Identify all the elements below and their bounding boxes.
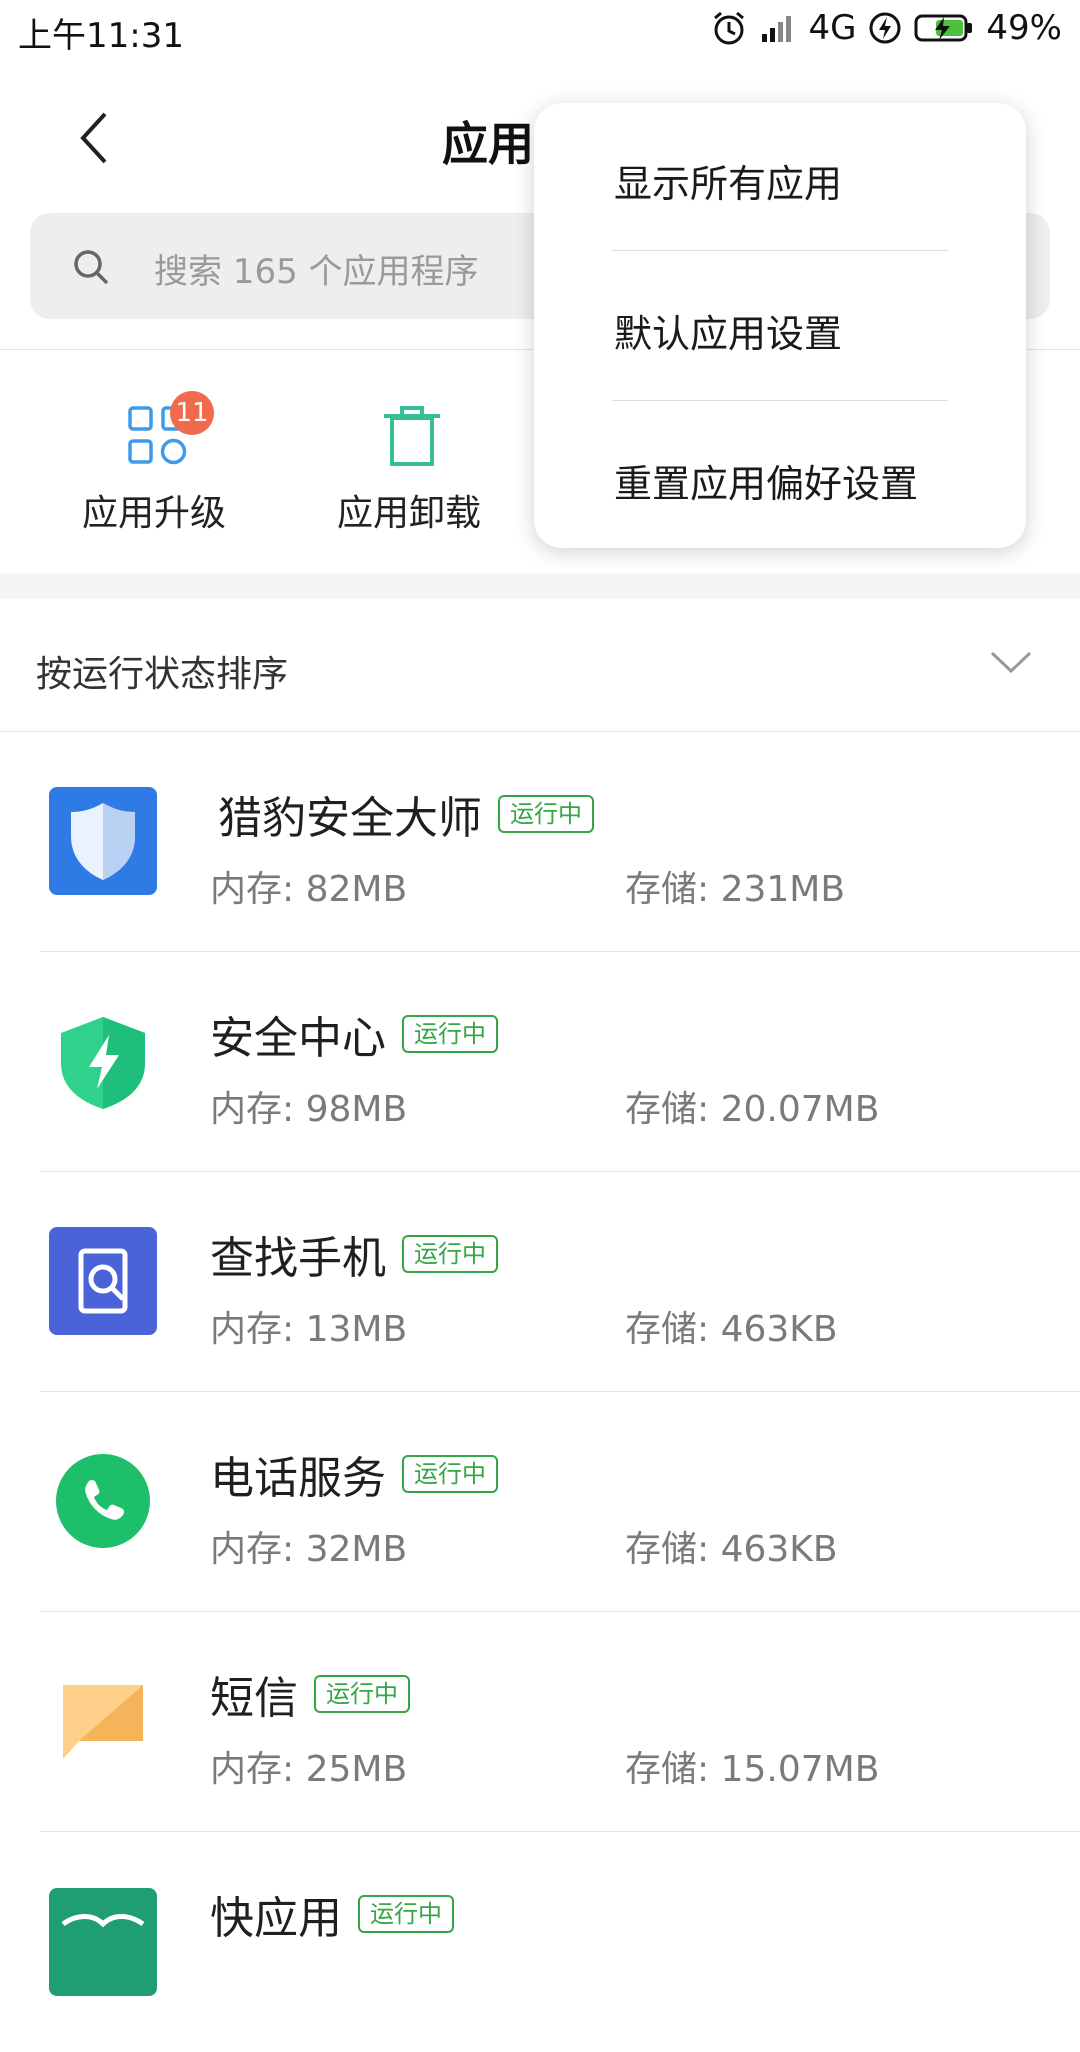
list-item[interactable]: 电话服务 运行中 内存: 32MB 存储: 463KB [0,1392,1080,1612]
network-type: 4G [808,8,857,48]
quick-app-icon [49,1888,157,1996]
charging-bolt-icon [868,11,902,45]
signal-icon [760,12,796,44]
list-item[interactable]: 快应用 运行中 [0,1832,1080,2052]
status-badge: 运行中 [314,1675,410,1713]
memory-usage: 内存: 98MB [210,1089,408,1130]
trash-icon[interactable] [380,404,444,468]
storage-usage: 存储: 20.07MB [625,1089,880,1130]
overflow-menu: 显示所有应用 默认应用设置 重置应用偏好设置 [534,103,1026,548]
storage-usage: 存储: 463KB [625,1309,838,1350]
chevron-down-icon[interactable] [990,650,1032,678]
list-item[interactable]: 安全中心 运行中 内存: 98MB 存储: 20.07MB [0,952,1080,1172]
status-badge: 运行中 [402,1015,498,1053]
search-icon [70,246,112,292]
list-item[interactable]: 猎豹安全大师 运行中 内存: 82MB 存储: 231MB [0,732,1080,952]
memory-usage: 内存: 82MB [210,869,408,910]
list-item[interactable]: 查找手机 运行中 内存: 13MB 存储: 463KB [0,1172,1080,1392]
chevron-left-icon [75,108,115,172]
memory-usage: 内存: 32MB [210,1529,408,1570]
section-separator [0,573,1080,599]
storage-usage: 存储: 15.07MB [625,1749,880,1790]
page-title: 应用 [442,117,534,171]
app-name: 安全中心 [210,1013,386,1064]
alarm-icon [710,9,748,47]
status-icons: 4G 49% [710,8,1062,48]
message-icon [49,1667,157,1775]
back-button[interactable] [60,100,130,180]
sort-selector[interactable]: 按运行状态排序 [36,645,288,697]
menu-divider [612,400,948,401]
update-count-badge: 11 [170,391,214,435]
status-badge: 运行中 [402,1455,498,1493]
app-upgrade-label[interactable]: 应用升级 [82,484,226,536]
memory-usage: 内存: 13MB [210,1309,408,1350]
search-placeholder: 搜索 165 个应用程序 [154,252,479,292]
list-item[interactable]: 短信 运行中 内存: 25MB 存储: 15.07MB [0,1612,1080,1832]
battery-percent: 49% [986,8,1062,48]
battery-icon [914,12,974,44]
shield-app-icon [49,787,157,895]
phone-icon [49,1447,157,1555]
find-phone-icon [49,1227,157,1335]
storage-usage: 存储: 231MB [625,869,846,910]
app-name: 猎豹安全大师 [218,793,482,844]
security-center-icon [49,1007,157,1115]
status-badge: 运行中 [358,1895,454,1933]
menu-divider [612,250,948,251]
app-name: 查找手机 [210,1233,386,1284]
app-uninstall-label[interactable]: 应用卸载 [337,484,481,536]
status-bar: 上午11:31 4G 49% [0,0,1080,60]
status-time: 上午11:31 [18,16,184,56]
app-name: 快应用 [210,1893,342,1944]
menu-item-reset-app-preferences[interactable]: 重置应用偏好设置 [614,453,954,508]
status-badge: 运行中 [402,1235,498,1273]
storage-usage: 存储: 463KB [625,1529,838,1570]
app-name: 电话服务 [210,1453,386,1504]
app-name: 短信 [210,1673,298,1724]
menu-item-show-all-apps[interactable]: 显示所有应用 [614,153,954,208]
status-badge: 运行中 [498,795,594,833]
menu-item-default-app-settings[interactable]: 默认应用设置 [614,303,954,358]
memory-usage: 内存: 25MB [210,1749,408,1790]
